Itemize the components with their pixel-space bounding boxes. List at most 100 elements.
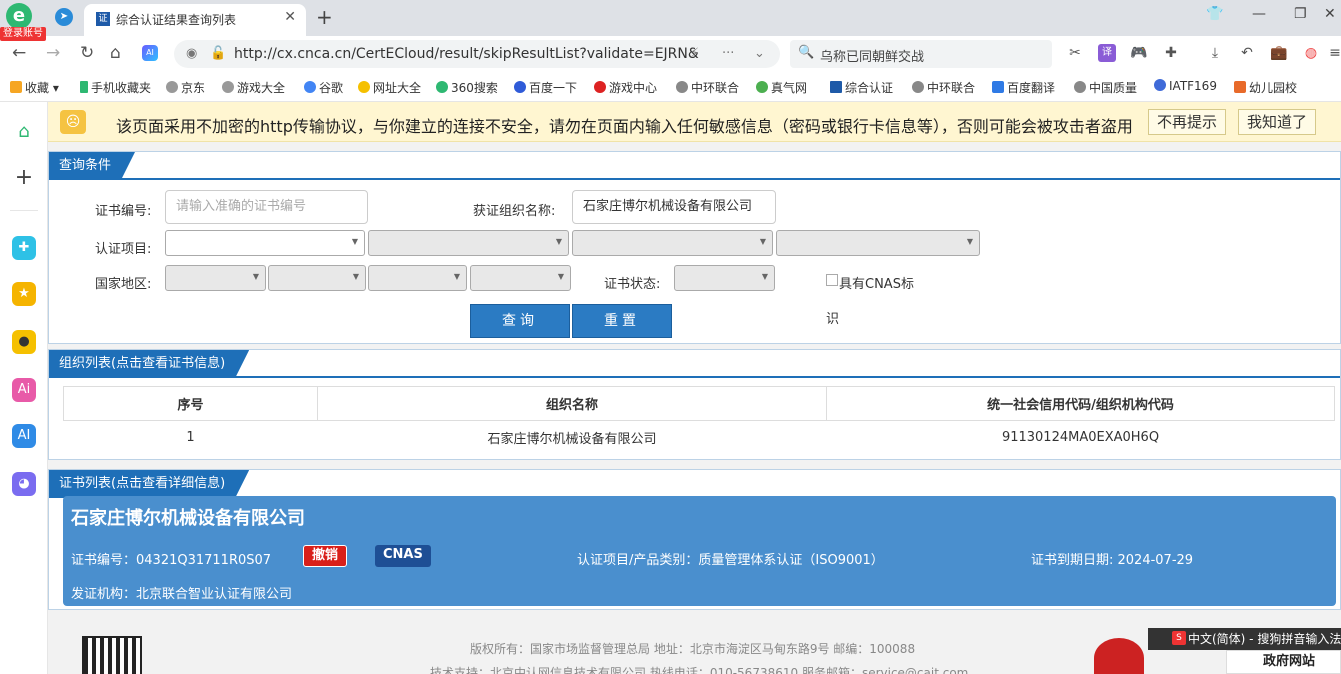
region-select-4[interactable] bbox=[470, 265, 571, 291]
cert-number: 证书编号：04321Q31711R0S07 bbox=[71, 553, 272, 568]
minimize-icon[interactable]: — bbox=[1252, 6, 1266, 22]
cert-status-label: 证书状态: bbox=[604, 277, 661, 292]
bookmark-item[interactable]: 百度一下 bbox=[514, 79, 577, 96]
cert-list-title: 证书列表(点击查看详细信息) bbox=[49, 470, 249, 498]
org-name-label: 获证组织名称: bbox=[473, 204, 556, 219]
chevron-down-icon[interactable]: ⌄ bbox=[754, 46, 765, 61]
star-app-icon[interactable]: ★ bbox=[12, 282, 36, 306]
color-wheel-icon[interactable]: ◍ bbox=[1302, 44, 1320, 62]
revoked-badge: 撤销 bbox=[303, 545, 348, 567]
wangzhi-icon bbox=[358, 81, 370, 93]
more-icon[interactable]: ··· bbox=[722, 46, 734, 61]
home-icon[interactable]: ⌂ bbox=[110, 43, 121, 63]
close-tab-icon[interactable]: ✕ bbox=[284, 9, 296, 25]
browser-logo-icon[interactable]: e bbox=[6, 3, 32, 29]
active-tab[interactable]: 证 综合认证结果查询列表 ✕ bbox=[84, 4, 306, 36]
bookmark-item[interactable]: 中环联合 bbox=[676, 79, 739, 96]
footer-support: 技术支持：北京中认网信息技术有限公司 热线电话：010-56738610 服务邮… bbox=[430, 666, 969, 674]
search-text[interactable]: 乌称已同朝鲜交战 bbox=[820, 46, 924, 65]
col-header-org-name: 组织名称 bbox=[317, 386, 827, 421]
new-tab-icon[interactable]: + bbox=[316, 5, 333, 29]
menu-icon[interactable]: ≡ bbox=[1326, 44, 1341, 62]
download-icon[interactable]: ⤓ bbox=[1206, 44, 1224, 62]
project-select-3[interactable] bbox=[572, 230, 773, 256]
bookmark-item[interactable]: IATF169 bbox=[1154, 79, 1217, 93]
briefcase-icon[interactable]: 💼 bbox=[1270, 44, 1288, 62]
cnas-checkbox[interactable] bbox=[826, 274, 838, 286]
app-plus-icon[interactable]: ✚ bbox=[12, 236, 36, 260]
project-select-4[interactable] bbox=[776, 230, 980, 256]
region-select-2[interactable] bbox=[268, 265, 366, 291]
ai-icon[interactable]: AI bbox=[142, 45, 158, 61]
reset-button[interactable]: 重置 bbox=[572, 304, 672, 338]
bookmark-item[interactable]: 网址大全 bbox=[358, 79, 421, 96]
url-box[interactable]: ◉ 🔓 http://cx.cnca.cn/CertECloud/result/… bbox=[174, 40, 780, 68]
bookmark-item[interactable]: 幼儿园校 bbox=[1234, 79, 1297, 96]
cert-no-input[interactable]: 请输入准确的证书编号 bbox=[165, 190, 368, 224]
cert-card[interactable]: 石家庄博尔机械设备有限公司 证书编号：04321Q31711R0S07 撤销 C… bbox=[63, 496, 1336, 606]
extensions-icon[interactable]: ✚ bbox=[1162, 44, 1180, 62]
row-org-name[interactable]: 石家庄博尔机械设备有限公司 bbox=[318, 421, 827, 455]
ack-warning-button[interactable]: 我知道了 bbox=[1238, 109, 1317, 135]
project-select-1[interactable] bbox=[165, 230, 365, 256]
url-text[interactable]: http://cx.cnca.cn/CertECloud/result/skip… bbox=[234, 46, 699, 62]
bookmark-item[interactable]: 中国质量 bbox=[1074, 79, 1137, 96]
bookmark-item[interactable]: 游戏大全 bbox=[222, 79, 285, 96]
close-window-icon[interactable]: ✕ bbox=[1324, 6, 1336, 22]
add-icon[interactable]: + bbox=[12, 166, 36, 190]
lightning-icon[interactable]: ⚡ bbox=[690, 46, 699, 61]
insecure-warning-bar: ☹ 该页面采用不加密的http传输协议，与你建立的连接不安全，请勿在页面内输入任… bbox=[48, 102, 1341, 142]
bookmark-item[interactable]: 手机收藏夹 bbox=[80, 79, 151, 96]
query-panel-title: 查询条件 bbox=[49, 152, 135, 180]
game-center-icon bbox=[594, 81, 606, 93]
translate-icon[interactable]: 译 bbox=[1098, 44, 1116, 62]
table-row[interactable]: 1 石家庄博尔机械设备有限公司 91130124MA0EXA0H6Q bbox=[64, 421, 1335, 455]
star-icon bbox=[10, 81, 22, 93]
reload-icon[interactable]: ↻ bbox=[80, 43, 94, 63]
ime-status-bar[interactable]: S 中文(简体) - 搜狗拼音输入法 bbox=[1148, 628, 1341, 650]
project-select-2[interactable] bbox=[368, 230, 569, 256]
bookmark-item[interactable]: 360搜索 bbox=[436, 79, 498, 96]
back-icon[interactable]: ← bbox=[12, 43, 26, 63]
org-name-input[interactable]: 石家庄博尔机械设备有限公司 bbox=[572, 190, 776, 224]
region-select-1[interactable] bbox=[165, 265, 266, 291]
cnas-label-wrap: 识 bbox=[826, 312, 840, 327]
ai-app-icon[interactable]: Ai bbox=[12, 378, 36, 402]
home-icon[interactable]: ⌂ bbox=[12, 120, 36, 144]
bookmark-favorites[interactable]: 收藏 ▾ bbox=[10, 79, 59, 96]
shirt-icon[interactable]: 👕 bbox=[1206, 6, 1223, 22]
bookmark-item[interactable]: 真气网 bbox=[756, 79, 807, 96]
scissors-icon[interactable]: ✂ bbox=[1066, 44, 1084, 62]
bookmark-item[interactable]: 谷歌 bbox=[304, 79, 343, 96]
bot-icon[interactable]: ◕ bbox=[12, 472, 36, 496]
region-select-3[interactable] bbox=[368, 265, 467, 291]
forward-icon[interactable]: → bbox=[46, 43, 60, 63]
restore-icon[interactable]: ❐ bbox=[1294, 6, 1307, 22]
bookmark-item[interactable]: 中环联合 bbox=[912, 79, 975, 96]
cert-company-name: 石家庄博尔机械设备有限公司 bbox=[71, 508, 305, 529]
org-list-title: 组织列表(点击查看证书信息) bbox=[49, 350, 249, 378]
row-credit-code: 91130124MA0EXA0H6Q bbox=[1001, 430, 1160, 446]
globe-icon bbox=[912, 81, 924, 93]
bookmark-item[interactable]: 游戏中心 bbox=[594, 79, 657, 96]
query-button[interactable]: 查询 bbox=[470, 304, 570, 338]
ai-assistant-icon[interactable]: AI bbox=[12, 424, 36, 448]
sogou-icon: S bbox=[1172, 631, 1186, 645]
undo-icon[interactable]: ↶ bbox=[1238, 44, 1256, 62]
gov-site-badge[interactable]: 政府网站 bbox=[1226, 650, 1341, 674]
bookmark-item[interactable]: 京东 bbox=[166, 79, 205, 96]
address-bar: ← → ↻ ⌂ AI ◉ 🔓 http://cx.cnca.cn/CertECl… bbox=[0, 36, 1341, 72]
bookmark-item[interactable]: 百度翻译 bbox=[992, 79, 1055, 96]
chat-bot-icon[interactable]: ● bbox=[12, 330, 36, 354]
telegram-icon[interactable]: ➤ bbox=[55, 8, 73, 26]
col-header-no: 序号 bbox=[63, 386, 318, 421]
login-badge[interactable]: 登录账号 bbox=[0, 27, 46, 41]
query-panel: 查询条件 证书编号: 请输入准确的证书编号 获证组织名称: 石家庄博尔机械设备有… bbox=[48, 151, 1341, 344]
cert-status-select[interactable] bbox=[674, 265, 775, 291]
tab-title: 综合认证结果查询列表 bbox=[116, 13, 237, 27]
gamepad-icon[interactable]: 🎮 bbox=[1130, 44, 1148, 62]
search-box[interactable]: 🔍 乌称已同朝鲜交战 bbox=[790, 40, 1052, 68]
insecure-lock-icon[interactable]: 🔓 bbox=[210, 46, 226, 61]
bookmark-item[interactable]: 综合认证 bbox=[830, 79, 893, 96]
dismiss-warning-button[interactable]: 不再提示 bbox=[1148, 109, 1227, 135]
